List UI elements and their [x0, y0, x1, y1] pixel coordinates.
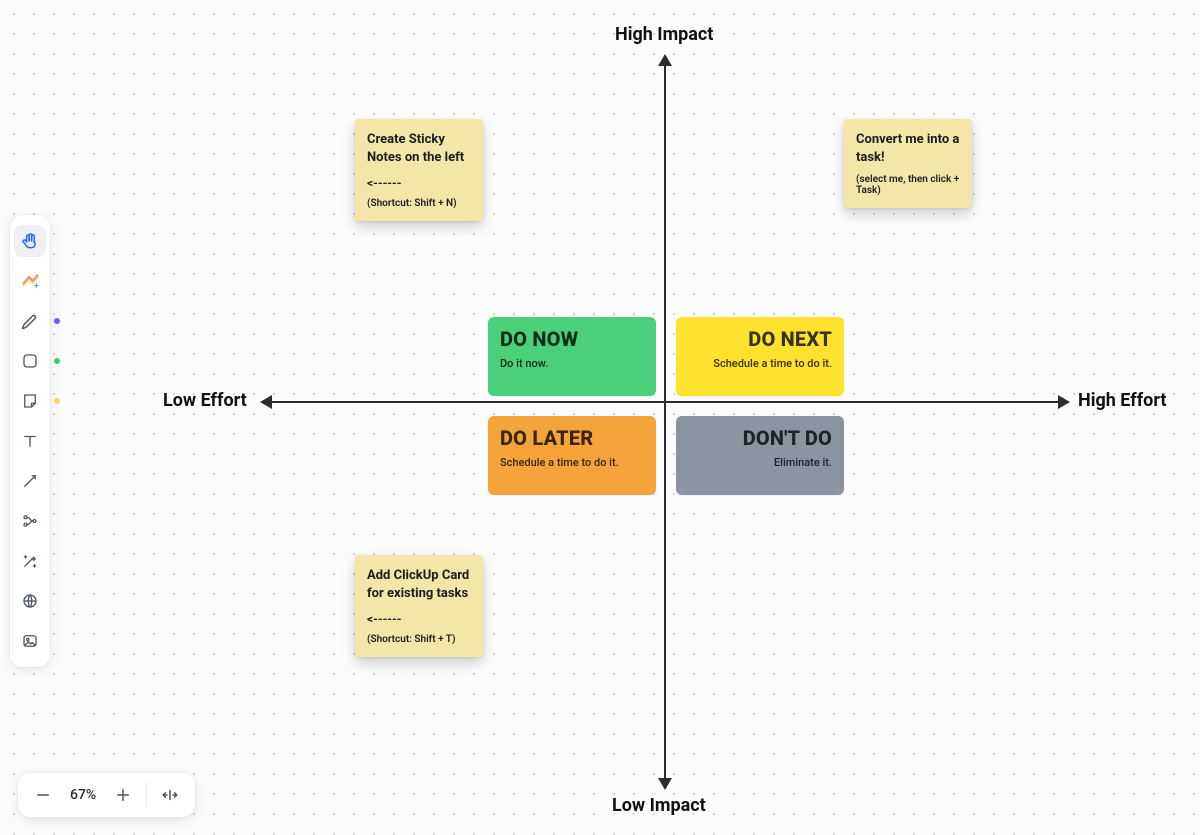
arrow-left-icon: [260, 395, 272, 409]
quadrant-title: DON'T DO: [688, 426, 832, 450]
axis-horizontal-line: [270, 401, 1060, 403]
zoom-divider: [146, 783, 147, 807]
sticky-tool-color-dot: [54, 398, 60, 404]
quadrant-do-later[interactable]: DO LATER Schedule a time to do it.: [488, 416, 656, 495]
text-tool-button[interactable]: [14, 425, 46, 457]
sticky-arrow-text: <------: [367, 176, 471, 190]
connector-tool-button[interactable]: [14, 465, 46, 497]
axis-label-left: Low Effort: [163, 390, 247, 411]
pen-tool-color-dot: [54, 318, 60, 324]
sticky-heading: Convert me into a task!: [856, 131, 960, 166]
zoom-control-bar: 67%: [18, 773, 195, 817]
axis-label-bottom: Low Impact: [612, 795, 706, 816]
web-tool-button[interactable]: [14, 585, 46, 617]
arrow-up-icon: [658, 54, 672, 66]
quadrant-sub: Eliminate it.: [688, 456, 832, 469]
sticky-heading: Add ClickUp Card for existing tasks: [367, 567, 471, 602]
sticky-heading: Create Sticky Notes on the left: [367, 131, 471, 166]
zoom-level-label[interactable]: 67%: [62, 787, 104, 803]
sticky-note-clickup-card[interactable]: Add ClickUp Card for existing tasks <---…: [355, 555, 483, 657]
sticky-shortcut: (Shortcut: Shift + T): [367, 634, 471, 645]
magic-tool-button[interactable]: [14, 545, 46, 577]
arrow-right-icon: [1058, 395, 1070, 409]
zoom-in-button[interactable]: [104, 776, 142, 814]
quadrant-sub: Schedule a time to do it.: [500, 456, 644, 469]
sticky-note-tool-button[interactable]: [14, 385, 46, 417]
axis-label-top: High Impact: [615, 24, 713, 45]
quadrant-title: DO NOW: [500, 327, 644, 351]
zoom-out-button[interactable]: [24, 776, 62, 814]
shape-tool-button[interactable]: [14, 345, 46, 377]
quadrant-sub: Do it now.: [500, 357, 644, 370]
image-tool-button[interactable]: [14, 625, 46, 657]
sticky-note-convert[interactable]: Convert me into a task! (select me, then…: [844, 119, 972, 208]
pen-tool-button[interactable]: [14, 305, 46, 337]
left-toolbar: +: [10, 215, 50, 667]
quadrant-title: DO NEXT: [688, 327, 832, 351]
quadrant-do-next[interactable]: DO NEXT Schedule a time to do it.: [676, 317, 844, 396]
sticky-shortcut: (Shortcut: Shift + N): [367, 198, 471, 209]
hand-tool-button[interactable]: [14, 225, 46, 257]
quadrant-title: DO LATER: [500, 426, 644, 450]
quadrant-dont-do[interactable]: DON'T DO Eliminate it.: [676, 416, 844, 495]
shape-tool-color-dot: [54, 358, 60, 364]
svg-text:+: +: [34, 282, 39, 292]
quadrant-sub: Schedule a time to do it.: [688, 357, 832, 370]
axis-vertical-line: [664, 62, 666, 782]
relation-tool-button[interactable]: [14, 505, 46, 537]
sticky-note-create[interactable]: Create Sticky Notes on the left <------ …: [355, 119, 483, 221]
zoom-fit-button[interactable]: [151, 776, 189, 814]
sticky-arrow-text: <------: [367, 612, 471, 626]
ai-generate-tool-button[interactable]: +: [14, 265, 46, 297]
quadrant-do-now[interactable]: DO NOW Do it now.: [488, 317, 656, 396]
sticky-sub: (select me, then click + Task): [856, 174, 960, 196]
arrow-down-icon: [658, 778, 672, 790]
axis-label-right: High Effort: [1078, 390, 1166, 411]
